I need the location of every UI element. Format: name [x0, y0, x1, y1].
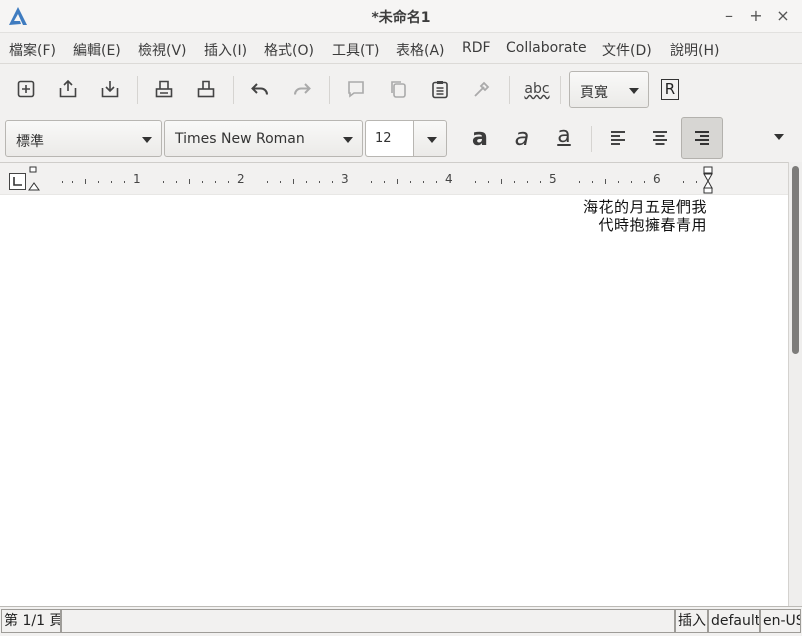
redo-button[interactable] — [287, 74, 317, 104]
new-document-button[interactable] — [11, 74, 41, 104]
bookmark-button[interactable] — [341, 74, 371, 104]
menu-collaborate[interactable]: Collaborate — [506, 40, 587, 56]
save-icon — [101, 81, 119, 98]
align-center-icon — [653, 131, 667, 145]
maximize-button[interactable]: + — [745, 5, 767, 27]
vertical-scrollbar[interactable] — [788, 162, 802, 606]
input-method-status: default — [708, 609, 760, 633]
menu-insert[interactable]: 插入(I) — [204, 40, 247, 60]
chevron-down-icon — [142, 137, 152, 143]
ruler-number: 5 — [549, 172, 557, 186]
chevron-down-icon — [629, 88, 639, 94]
toolbar-separator — [137, 76, 138, 104]
left-indent-marker-icon[interactable] — [28, 166, 40, 192]
menu-edit[interactable]: 編輯(E) — [73, 40, 121, 60]
open-button[interactable] — [53, 74, 83, 104]
toolbar-separator — [233, 76, 234, 104]
open-icon — [59, 79, 77, 98]
horizontal-ruler[interactable]: 1 2 3 4 5 6 — [0, 163, 788, 195]
document-canvas[interactable]: 1 2 3 4 5 6 海花的月五是們我 代時抱擁春青用 — [0, 162, 788, 606]
toolbar-separator — [591, 126, 592, 152]
font-size-select[interactable]: 12 — [365, 120, 447, 157]
reveal-codes-button[interactable]: R — [655, 74, 685, 104]
print-preview-icon — [197, 80, 215, 98]
toolbar-overflow-icon[interactable] — [774, 134, 784, 140]
align-right-icon — [695, 131, 709, 145]
style-value: 標準 — [16, 134, 44, 150]
toolbar-separator — [329, 76, 330, 104]
ruler-number: 1 — [133, 172, 141, 186]
ruler-number: 6 — [653, 172, 661, 186]
bold-button[interactable]: a — [465, 123, 495, 151]
menu-rdf[interactable]: RDF — [462, 40, 491, 56]
format-painter-icon — [474, 81, 490, 97]
title-bar: *未命名1 – + × — [0, 0, 802, 33]
menu-document[interactable]: 文件(D) — [602, 40, 652, 60]
format-painter-button[interactable] — [467, 74, 497, 104]
menu-table[interactable]: 表格(A) — [396, 40, 445, 60]
font-size-value: 12 — [375, 131, 392, 146]
print-preview-button[interactable] — [191, 74, 221, 104]
undo-icon — [251, 83, 268, 95]
page-count-status: 第 1/1 頁 — [1, 609, 61, 633]
italic-button[interactable]: a — [507, 123, 537, 151]
ruler-number: 3 — [341, 172, 349, 186]
close-button[interactable]: × — [772, 5, 794, 27]
align-left-button[interactable] — [603, 123, 633, 153]
scrollbar-thumb[interactable] — [792, 166, 799, 354]
align-right-button[interactable] — [681, 117, 723, 159]
toolbar-separator — [560, 76, 561, 104]
font-size-input[interactable]: 12 — [366, 121, 414, 156]
bookmark-icon — [348, 81, 364, 98]
save-button[interactable] — [95, 74, 125, 104]
menu-bar: 檔案(F) 編輯(E) 檢視(V) 插入(I) 格式(O) 工具(T) 表格(A… — [0, 33, 802, 63]
insert-mode-status[interactable]: 插入 — [675, 609, 708, 633]
menu-help[interactable]: 說明(H) — [670, 40, 719, 60]
right-indent-marker-icon[interactable] — [702, 166, 714, 194]
status-message — [61, 609, 675, 633]
font-select[interactable]: Times New Roman — [164, 120, 363, 157]
tab-stop-selector-icon[interactable] — [9, 173, 26, 190]
menu-format[interactable]: 格式(O) — [264, 40, 314, 60]
standard-toolbar: abc 頁寬 R — [0, 63, 802, 114]
copy-button[interactable] — [383, 74, 413, 104]
paste-button[interactable] — [425, 74, 455, 104]
print-button[interactable] — [149, 74, 179, 104]
new-document-icon — [17, 80, 35, 98]
status-bar: 第 1/1 頁 插入 default en-US — [0, 606, 802, 636]
paste-icon — [432, 81, 448, 99]
print-icon — [155, 80, 173, 98]
menu-view[interactable]: 檢視(V) — [138, 40, 187, 60]
copy-icon — [391, 81, 406, 98]
underline-button[interactable]: a — [549, 123, 579, 148]
undo-button[interactable] — [245, 74, 275, 104]
redo-icon — [294, 83, 311, 95]
ruler-number: 4 — [445, 172, 453, 186]
chevron-down-icon — [427, 137, 437, 143]
font-value: Times New Roman — [175, 131, 305, 147]
align-left-icon — [611, 131, 625, 145]
toolbar-separator — [509, 76, 510, 104]
ruler-ticks — [62, 179, 697, 184]
chevron-down-icon — [343, 137, 353, 143]
spellcheck-button[interactable]: abc — [521, 74, 553, 104]
menu-tools[interactable]: 工具(T) — [332, 40, 379, 60]
reveal-codes-icon: R — [661, 78, 679, 100]
document-text-line[interactable]: 代時抱擁春青用 — [598, 214, 707, 235]
ruler-number: 2 — [237, 172, 245, 186]
window-title: *未命名1 — [371, 10, 431, 26]
zoom-value: 頁寬 — [580, 85, 608, 101]
language-status: en-US — [760, 609, 801, 633]
align-center-button[interactable] — [645, 123, 675, 153]
style-select[interactable]: 標準 — [5, 120, 162, 157]
spellcheck-icon: abc — [524, 81, 550, 97]
minimize-button[interactable]: – — [718, 5, 740, 27]
menu-file[interactable]: 檔案(F) — [9, 40, 56, 60]
zoom-select[interactable]: 頁寬 — [569, 71, 649, 108]
